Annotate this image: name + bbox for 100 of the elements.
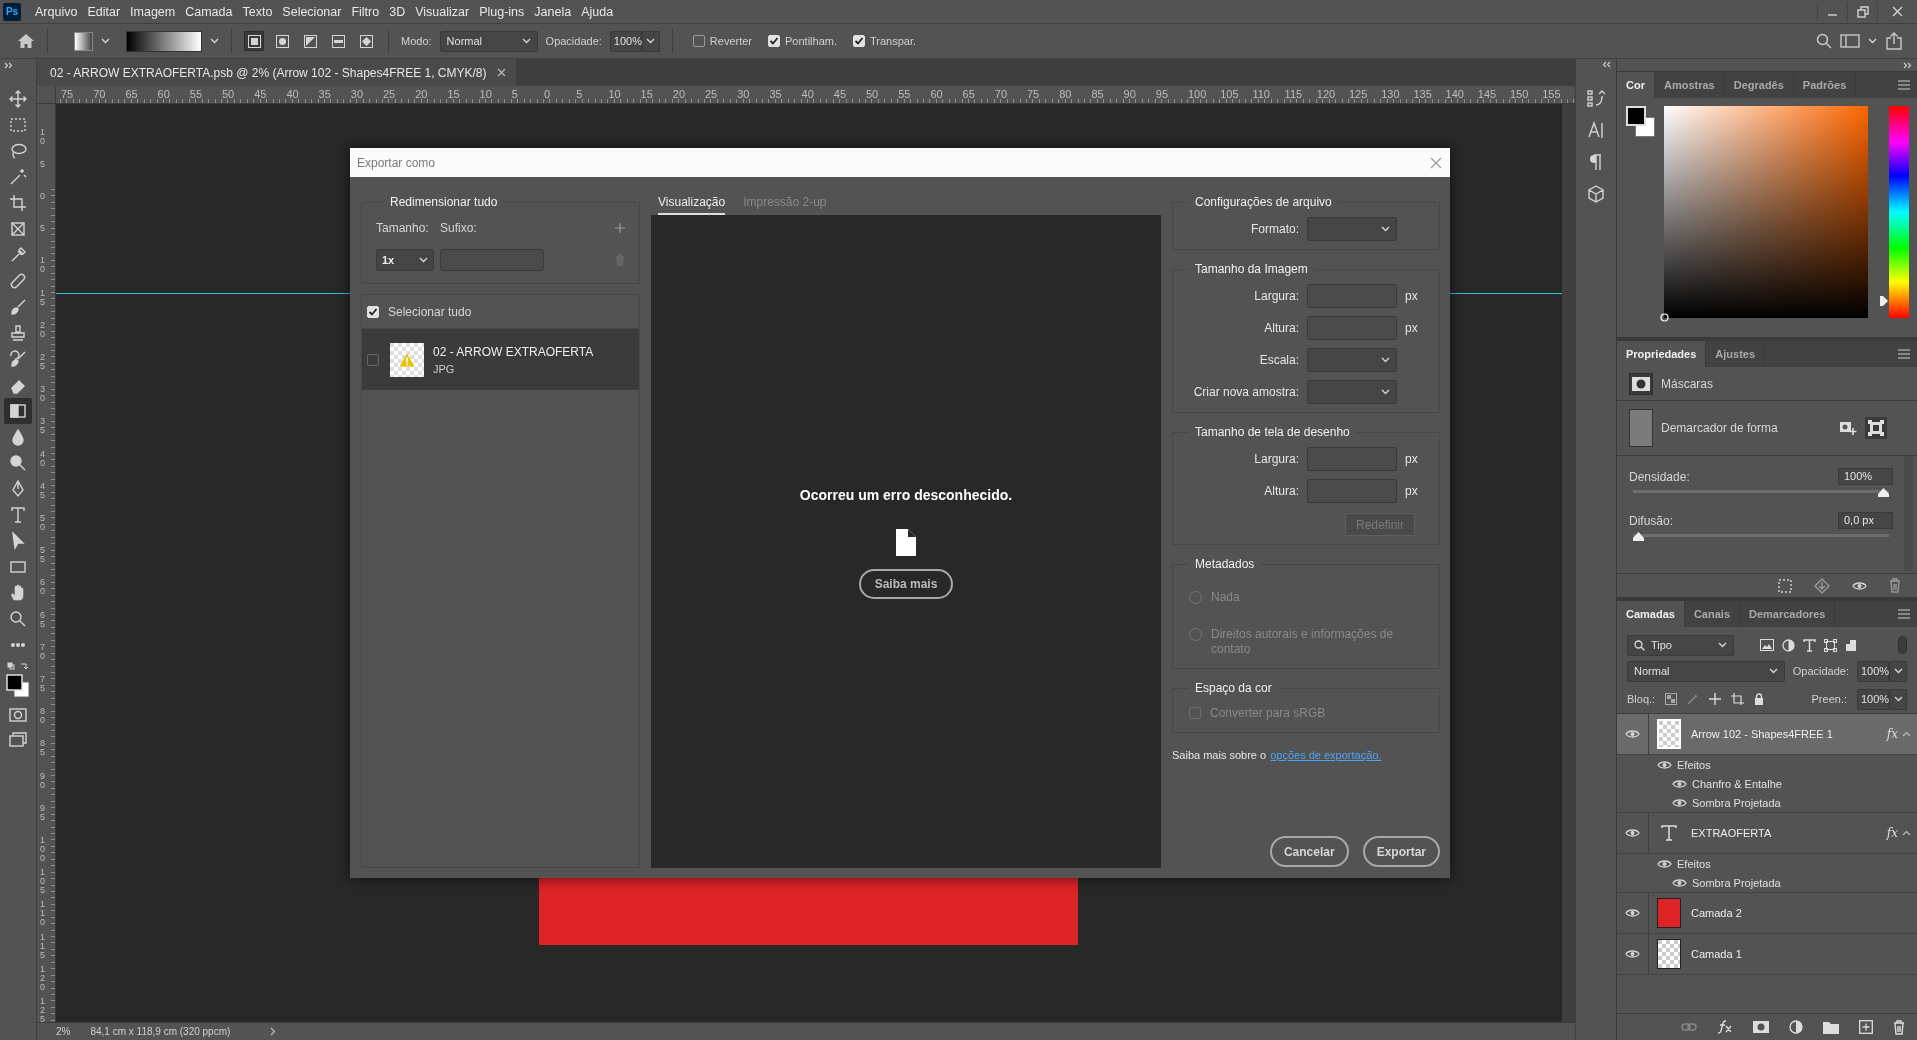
home-icon[interactable] (17, 33, 35, 49)
visibility-eye-icon[interactable] (1672, 796, 1687, 809)
scrollbar[interactable] (1562, 104, 1575, 1022)
menu-item[interactable]: Camada (180, 4, 238, 19)
panel-tab[interactable]: Amostras (1654, 72, 1725, 98)
eye-icon[interactable] (1852, 579, 1867, 592)
swap-colors-icon[interactable] (7, 662, 29, 671)
checkbox[interactable] (692, 35, 705, 47)
menu-item[interactable]: Texto (237, 4, 278, 19)
layer-row[interactable]: Camada 2 (1617, 893, 1917, 934)
collapse-caret-icon[interactable] (1902, 731, 1911, 737)
panel-tab[interactable]: Demarcadores (1740, 601, 1836, 627)
tool-button[interactable] (4, 398, 32, 424)
menu-item[interactable]: Filtro (346, 4, 385, 19)
folder-icon[interactable] (1823, 1020, 1839, 1034)
close-icon[interactable] (1430, 156, 1442, 169)
panel-tab[interactable]: Canais (1684, 601, 1740, 627)
visibility-eye-icon[interactable] (1672, 876, 1687, 889)
shape-filter-icon[interactable] (1824, 638, 1837, 652)
chevron-icon[interactable] (270, 1027, 277, 1036)
checkbox[interactable] (367, 353, 379, 366)
lock-position-icon[interactable] (1709, 693, 1722, 705)
hue-pointer-icon[interactable] (1880, 296, 1888, 307)
menu-item[interactable]: Visualizar (410, 4, 475, 19)
close-icon[interactable] (496, 68, 506, 77)
trash-icon[interactable] (1889, 578, 1901, 593)
fill-field[interactable]: 100% (1857, 688, 1889, 710)
fx-menu-icon[interactable] (1717, 1020, 1733, 1034)
value-field[interactable]: 100% (1838, 468, 1893, 485)
menu-item[interactable]: Ajuda (576, 4, 619, 19)
menu-item[interactable]: Janela (529, 4, 577, 19)
lock-icon[interactable] (1754, 693, 1765, 705)
layer-row[interactable]: EXTRAOFERTA fx (1617, 813, 1917, 854)
panel-tab[interactable]: Padrões (1793, 72, 1857, 98)
visibility-eye-icon[interactable] (1625, 907, 1640, 919)
filter-toggle[interactable] (1898, 636, 1907, 654)
menu-item[interactable]: Selecionar (277, 4, 347, 19)
mode-dropdown[interactable]: Normal (439, 30, 538, 52)
slider-thumb[interactable] (1633, 532, 1644, 541)
panel-tab[interactable]: Propriedades (1617, 341, 1707, 367)
document-tab[interactable]: 02 - ARROW EXTRAOFERTA.psb @ 2% (Arrow 102 - Shapes4FREE 1, CMYK/8) (37, 59, 516, 86)
menu-item[interactable]: Plug-ins (474, 4, 530, 19)
image-filter-icon[interactable] (1760, 639, 1774, 651)
collapse-icon[interactable] (1903, 61, 1913, 69)
panel-tab[interactable]: Degradês (1724, 72, 1794, 98)
tool-preset-icon[interactable] (74, 31, 93, 51)
dialog-button[interactable]: Exportar (1362, 836, 1440, 867)
dialog-button[interactable]: Cancelar (1269, 836, 1349, 867)
filter-dropdown[interactable]: Tipo (1627, 634, 1734, 656)
history-icon[interactable] (1587, 89, 1605, 107)
menu-item[interactable]: Arquivo (30, 4, 83, 19)
number-field[interactable] (1307, 479, 1397, 503)
visibility-eye-icon[interactable] (1625, 948, 1640, 960)
suffix-field[interactable] (440, 249, 544, 271)
quick-mask-icon[interactable] (9, 708, 27, 722)
share-icon[interactable] (1885, 32, 1903, 50)
opacity-field[interactable]: 100% (609, 30, 642, 52)
restore-icon[interactable] (1856, 5, 1869, 18)
mask-icon[interactable] (1629, 372, 1653, 395)
adjustment-icon[interactable] (1789, 1020, 1803, 1034)
add-mask-icon[interactable] (1839, 420, 1857, 436)
opacity-dropdown-button[interactable] (1889, 660, 1907, 682)
paragraph-icon[interactable] (1589, 153, 1603, 171)
visibility-eye-icon[interactable] (1625, 728, 1640, 740)
panel-tab[interactable]: Ajustes (1706, 341, 1766, 367)
character-icon[interactable] (1587, 121, 1605, 139)
lock-transparency-icon[interactable] (1665, 693, 1678, 705)
screen-mode-icon[interactable] (9, 732, 27, 748)
caret-icon[interactable] (1868, 38, 1877, 44)
panel-tab[interactable]: Camadas (1617, 601, 1685, 627)
menu-icon[interactable] (1897, 609, 1911, 619)
menu-item[interactable]: Imagem (125, 4, 181, 19)
menu-item[interactable]: Editar (82, 4, 126, 19)
close-icon[interactable] (1892, 6, 1903, 17)
number-field[interactable] (1307, 284, 1397, 308)
slider-thumb[interactable] (1878, 488, 1889, 497)
layer-row[interactable]: Camada 1 (1617, 934, 1917, 975)
collapse-caret-icon[interactable] (1902, 830, 1911, 836)
fill-dropdown-button[interactable] (1889, 688, 1907, 710)
learn-more-button[interactable]: Saiba mais (858, 569, 954, 599)
visibility-eye-icon[interactable] (1625, 827, 1640, 839)
selection-icon[interactable] (1778, 578, 1792, 593)
gradient-preview[interactable] (126, 30, 202, 52)
collapse-icon[interactable] (4, 62, 14, 69)
value-field[interactable]: 0,0 px (1838, 512, 1893, 529)
size-dropdown[interactable]: 1x (376, 249, 434, 271)
adjustment-filter-icon[interactable] (1782, 638, 1795, 652)
menu-item[interactable]: 3D (384, 4, 411, 19)
layer-row[interactable]: Arrow 102 - Shapes4FREE 1 fx (1617, 714, 1917, 755)
expand-icon[interactable] (1602, 61, 1612, 68)
number-field[interactable] (1307, 447, 1397, 471)
visibility-eye-icon[interactable] (1657, 758, 1672, 771)
workspace-icon[interactable] (1840, 33, 1860, 49)
search-icon[interactable] (1816, 33, 1832, 49)
smart-object-filter-icon[interactable] (1845, 638, 1857, 652)
type-filter-icon[interactable] (1803, 638, 1816, 652)
opacity-dropdown-button[interactable] (641, 30, 660, 52)
opacity-field[interactable]: 100% (1857, 660, 1889, 682)
visibility-eye-icon[interactable] (1672, 777, 1687, 790)
menu-icon[interactable] (1897, 349, 1911, 359)
